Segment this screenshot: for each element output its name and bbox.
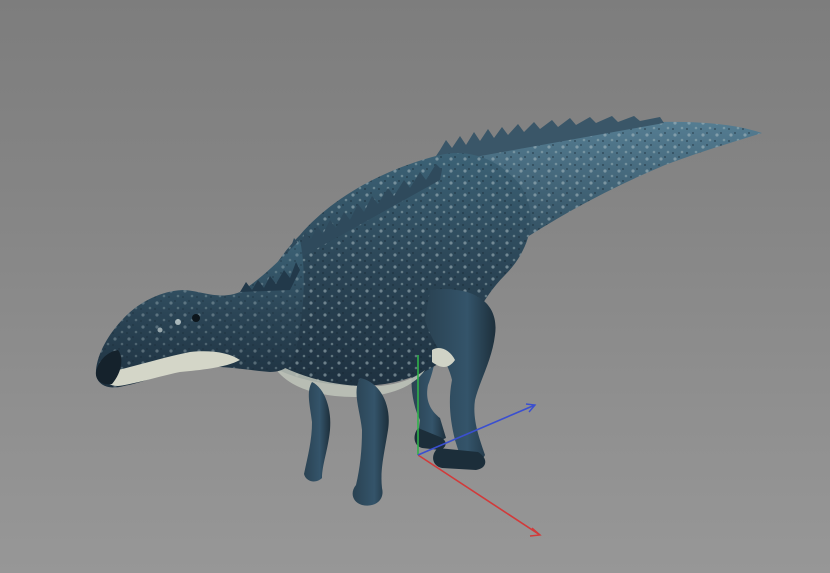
dinosaur-front-leg-far xyxy=(304,382,331,482)
3d-viewport[interactable] xyxy=(0,0,830,573)
viewport-scene[interactable] xyxy=(0,0,830,573)
dinosaur-eye xyxy=(192,314,200,322)
dinosaur-front-leg-near xyxy=(352,378,389,506)
dinosaur-head-neck xyxy=(95,240,304,388)
